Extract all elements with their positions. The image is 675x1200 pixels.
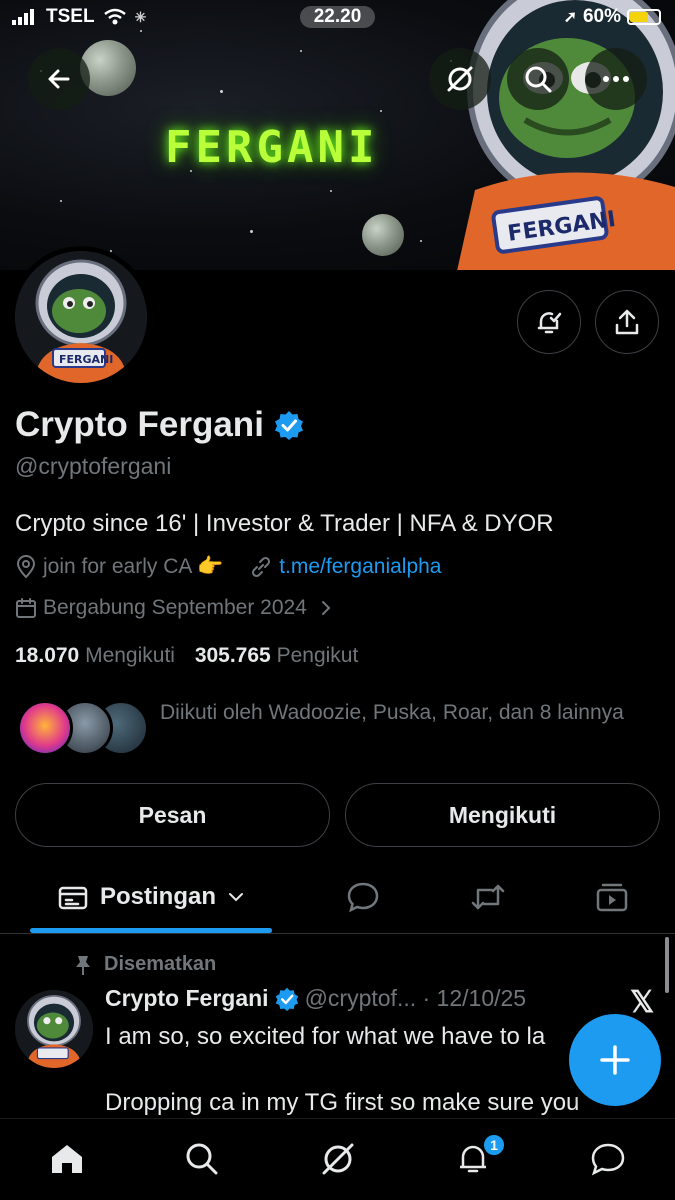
profile-handle: @cryptofergani xyxy=(15,453,172,479)
chevron-down-icon xyxy=(229,893,243,902)
notify-button[interactable] xyxy=(517,290,581,354)
location-pin-icon xyxy=(16,555,36,579)
post-line xyxy=(105,1053,625,1086)
location-arrow-icon: ➚ xyxy=(563,9,577,26)
pin-icon xyxy=(76,955,90,975)
link-icon xyxy=(252,556,271,578)
battery-icon xyxy=(627,9,661,25)
following-count: 18.070 xyxy=(15,644,80,667)
profile-avatar[interactable]: FERGANI xyxy=(10,246,152,388)
tab-posts[interactable]: Postingan xyxy=(30,862,272,932)
more-button[interactable] xyxy=(585,48,647,110)
astronaut-illustration: FERGANI xyxy=(457,0,675,270)
profile-banner: FERGANI FERGANI xyxy=(0,0,675,270)
profile-bio: Crypto since 16' | Investor & Trader | N… xyxy=(15,510,554,537)
share-button[interactable] xyxy=(595,290,659,354)
search-button[interactable] xyxy=(507,48,569,110)
followers-count: 305.765 xyxy=(194,644,271,667)
video-icon xyxy=(596,883,628,912)
wifi-icon xyxy=(103,8,126,25)
clock: 22.20 xyxy=(300,6,375,28)
post-line: Dropping ca in my TG first so make sure … xyxy=(105,1089,580,1116)
post-avatar-image xyxy=(15,990,93,1068)
followers-stat[interactable]: 305.765 Pengikut xyxy=(195,644,359,667)
banner-title: FERGANI xyxy=(165,122,379,173)
following-stat[interactable]: 18.070 Mengikuti xyxy=(15,644,175,667)
avatar-image: FERGANI xyxy=(15,251,147,383)
pinned-indicator: Disematkan xyxy=(74,953,216,976)
reply-bubble-icon xyxy=(347,882,379,913)
tab-replies[interactable] xyxy=(335,862,391,932)
post-header: Crypto Fergani @cryptof... · 12/10/25 xyxy=(105,985,526,1012)
profile-link[interactable]: t.me/ferganialpha xyxy=(279,555,441,579)
repost-icon xyxy=(471,884,505,910)
profile-name-row: Crypto Fergani xyxy=(15,405,304,445)
post-line: I am so, so excited for what we have to … xyxy=(105,1023,546,1050)
profile-location: join for early CA 👉 xyxy=(43,555,224,578)
back-button[interactable] xyxy=(28,48,90,110)
search-icon xyxy=(186,1143,218,1175)
profile-stats: 18.070 Mengikuti 305.765 Pengikut xyxy=(15,644,358,668)
chevron-right-icon xyxy=(321,601,331,615)
avatar-suit-label: FERGANI xyxy=(59,353,113,366)
battery-percent: 60% xyxy=(582,6,621,27)
compose-button[interactable] xyxy=(569,1014,661,1106)
grok-icon xyxy=(447,66,473,92)
post-text[interactable]: I am so, so excited for what we have to … xyxy=(105,1020,625,1119)
post-author-name[interactable]: Crypto Fergani xyxy=(105,985,269,1012)
message-button[interactable]: Pesan xyxy=(15,783,330,847)
followed-by-text[interactable]: Diikuti oleh Wadoozie, Puska, Roar, dan … xyxy=(160,696,630,729)
pinned-label: Disematkan xyxy=(104,953,217,975)
search-icon xyxy=(525,66,552,93)
nav-grok[interactable] xyxy=(316,1137,360,1181)
arrow-left-icon xyxy=(48,69,70,89)
plus-icon xyxy=(600,1045,630,1075)
chat-bubble-icon xyxy=(591,1143,625,1176)
x-logo-icon: 𝕏 xyxy=(630,986,655,1019)
bottom-nav xyxy=(0,1118,675,1200)
profile-tabs: Postingan xyxy=(0,862,675,934)
grok-button[interactable] xyxy=(429,48,491,110)
tab-posts-label: Postingan xyxy=(99,883,216,910)
more-dots-icon xyxy=(603,76,629,82)
nav-messages[interactable] xyxy=(586,1137,630,1181)
nav-search[interactable] xyxy=(180,1137,224,1181)
moon-graphic xyxy=(362,214,404,256)
profile-location-row: join for early CA 👉 t.me/ferganialpha xyxy=(15,555,442,579)
profile-name: Crypto Fergani xyxy=(15,405,264,444)
post-handle-date: @cryptof... · 12/10/25 xyxy=(304,985,527,1011)
followers-label: Pengikut xyxy=(276,644,359,667)
signal-icon xyxy=(12,9,34,25)
tab-media[interactable] xyxy=(584,862,640,932)
profile-joined: Bergabung September 2024 xyxy=(43,596,307,619)
scrollbar[interactable] xyxy=(665,937,669,993)
posts-icon xyxy=(58,886,88,910)
tab-active-indicator xyxy=(30,928,272,933)
calendar-icon xyxy=(16,598,36,618)
grok-icon xyxy=(322,1143,354,1175)
tab-reposts[interactable] xyxy=(460,862,516,932)
follower-avatar xyxy=(17,700,73,756)
status-bar: TSEL ✳ 22.20 ➚ 60% xyxy=(0,0,675,36)
share-icon xyxy=(615,309,639,335)
nav-home[interactable] xyxy=(45,1137,89,1181)
notification-badge: 1 xyxy=(482,1133,506,1157)
profile-joined-row[interactable]: Bergabung September 2024 xyxy=(15,596,333,620)
verified-badge-icon[interactable] xyxy=(274,410,304,440)
loading-icon: ✳ xyxy=(134,8,147,25)
following-label: Mengikuti xyxy=(85,644,175,667)
following-button[interactable]: Mengikuti xyxy=(345,783,660,847)
home-icon xyxy=(52,1145,82,1173)
bell-check-icon xyxy=(537,312,562,334)
post-author-avatar[interactable] xyxy=(15,990,93,1068)
followed-by-avatars[interactable] xyxy=(15,700,149,760)
carrier-name: TSEL xyxy=(46,6,95,27)
verified-badge-icon xyxy=(275,987,298,1011)
